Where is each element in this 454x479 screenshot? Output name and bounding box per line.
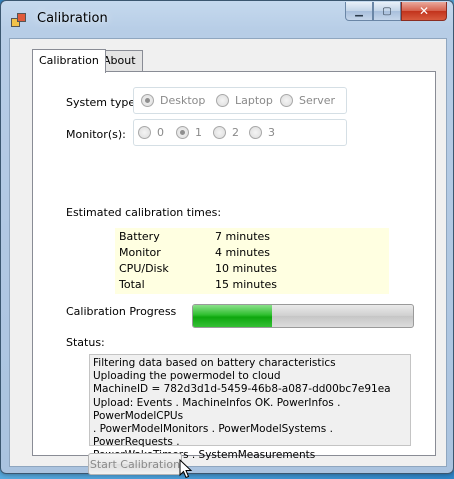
minimize-icon: ▁ xyxy=(355,5,363,17)
calibration-tab-panel: System type: Desktop Laptop Server Monit… xyxy=(32,71,436,479)
radio-monitors-3-indicator xyxy=(249,126,262,139)
radio-desktop-label: Desktop xyxy=(160,94,206,107)
radio-monitors-0[interactable]: 0 xyxy=(138,126,164,139)
status-textbox[interactable]: Filtering data based on battery characte… xyxy=(89,354,411,461)
progress-label: Calibration Progress xyxy=(66,305,177,318)
estimate-row-time: 4 minutes xyxy=(215,246,271,259)
estimates-table: Battery 7 minutes Monitor 4 minutes CPU/… xyxy=(115,228,389,294)
monitors-label: Monitor(s): xyxy=(66,128,126,141)
radio-server[interactable]: Server xyxy=(280,94,335,107)
radio-monitors-2-label: 2 xyxy=(232,126,239,139)
radio-desktop-indicator xyxy=(141,94,154,107)
estimate-row-time: 10 minutes xyxy=(215,262,278,275)
minimize-button[interactable]: ▁ xyxy=(345,2,373,21)
radio-server-indicator xyxy=(280,94,293,107)
app-icon xyxy=(11,11,27,27)
estimate-row-name: CPU/Disk xyxy=(119,262,169,275)
radio-monitors-1-indicator xyxy=(176,126,189,139)
radio-monitors-2[interactable]: 2 xyxy=(213,126,239,139)
radio-monitors-1[interactable]: 1 xyxy=(176,126,202,139)
status-label: Status: xyxy=(66,336,105,349)
progress-fill xyxy=(193,305,273,327)
tab-calibration[interactable]: Calibration xyxy=(32,49,106,73)
window-title: Calibration xyxy=(37,11,108,26)
radio-monitors-0-label: 0 xyxy=(157,126,164,139)
close-button[interactable]: ✕ xyxy=(401,2,447,21)
estimate-row-battery: Battery 7 minutes xyxy=(117,230,387,246)
client-area: Calibration About System type: Desktop L… xyxy=(9,38,447,479)
estimate-row-name: Monitor xyxy=(119,246,161,259)
radio-monitors-3-label: 3 xyxy=(268,126,275,139)
start-calibration-button[interactable]: Start Calibration xyxy=(88,453,182,475)
maximize-icon: ▢ xyxy=(382,5,392,17)
radio-monitors-1-label: 1 xyxy=(195,126,202,139)
radio-server-label: Server xyxy=(299,94,336,107)
mouse-cursor-icon xyxy=(179,459,193,479)
calibration-progress-bar xyxy=(192,304,414,328)
monitors-group: 0 1 2 3 xyxy=(133,119,347,146)
radio-monitors-3[interactable]: 3 xyxy=(249,126,275,139)
estimate-row-monitor: Monitor 4 minutes xyxy=(117,246,387,262)
system-type-group: Desktop Laptop Server xyxy=(133,87,347,114)
estimate-row-name: Total xyxy=(119,278,145,291)
calibration-window: Calibration ▁ ▢ ✕ Calibration About Syst… xyxy=(0,0,454,479)
title-bar[interactable]: Calibration ▁ ▢ ✕ xyxy=(1,1,453,35)
estimate-row-time: 15 minutes xyxy=(215,278,278,291)
radio-laptop-label: Laptop xyxy=(235,94,273,107)
estimate-row-total: Total 15 minutes xyxy=(117,278,387,294)
estimates-heading: Estimated calibration times: xyxy=(66,206,222,219)
maximize-button[interactable]: ▢ xyxy=(373,2,401,21)
caption-buttons: ▁ ▢ ✕ xyxy=(345,2,447,22)
radio-monitors-0-indicator xyxy=(138,126,151,139)
radio-monitors-2-indicator xyxy=(213,126,226,139)
radio-laptop-indicator xyxy=(216,94,229,107)
estimate-row-cpu-disk: CPU/Disk 10 minutes xyxy=(117,262,387,278)
radio-laptop[interactable]: Laptop xyxy=(216,94,273,107)
radio-desktop[interactable]: Desktop xyxy=(141,94,205,107)
estimate-row-name: Battery xyxy=(119,230,160,243)
estimate-row-time: 7 minutes xyxy=(215,230,271,243)
close-icon: ✕ xyxy=(418,4,430,18)
system-type-label: System type: xyxy=(66,96,139,109)
